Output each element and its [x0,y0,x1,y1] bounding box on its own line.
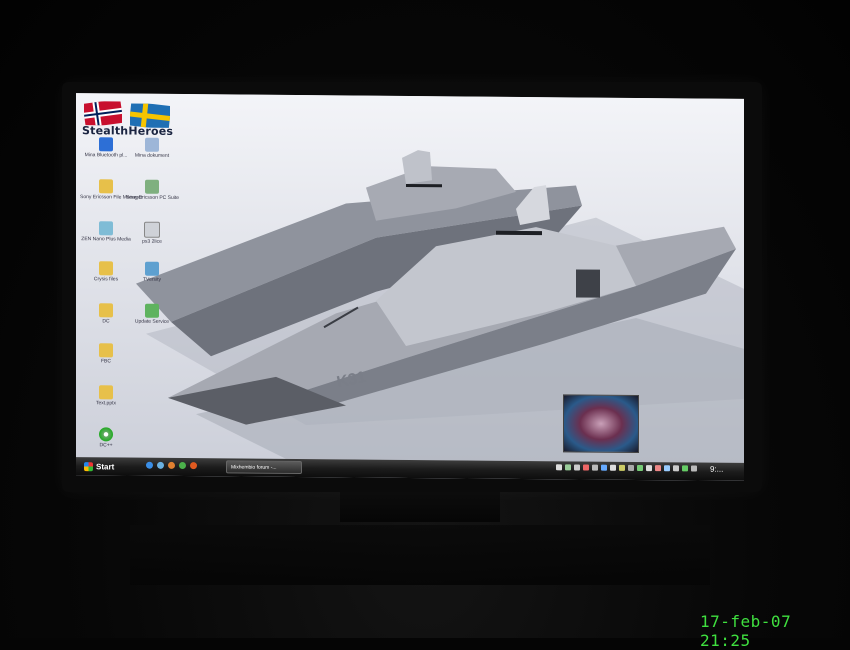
desktop-icon[interactable]: Update Service [126,303,178,325]
folder-icon [99,179,113,194]
desktop-icon-label: Mina dokument [134,152,170,159]
tray-icon[interactable] [646,465,652,472]
update-icon [145,303,159,318]
tray-icon[interactable] [673,465,679,472]
tray-icon[interactable] [619,464,625,471]
program-icon [144,221,160,238]
start-button[interactable]: Start [84,459,114,473]
tray-icon[interactable] [637,464,643,472]
desktop-icon-label: Sony Ericsson File Manager [80,194,143,201]
desktop-icon[interactable]: Mina Bluetooth pl... [80,137,132,159]
desktop-icon[interactable]: Crysis files [80,261,132,282]
tray-icon[interactable] [691,465,697,472]
ie-icon[interactable] [146,461,153,469]
desktop-icon[interactable]: Sony Ericsson PC Suite [126,179,180,201]
media-player-icon[interactable] [168,461,175,469]
back-bridge-windows [406,183,442,188]
disc-icon [99,427,113,442]
bluetooth-icon [99,137,113,152]
folder-icon-4 [99,343,113,358]
tray-icon[interactable] [682,465,688,472]
monitor-stand [340,492,500,522]
desktop-show-icon[interactable] [157,461,164,469]
desktop-icon[interactable]: TVersity [126,261,178,283]
folder-icon-2 [99,261,113,276]
desktop-icon[interactable]: DC [80,303,132,324]
desktop-icon-label: DC [102,318,110,325]
desktop-icon[interactable]: DC++ [80,427,132,448]
desktop-icons: Mina Bluetooth pl... Mina dokument Sony … [80,95,190,456]
desktop-icon[interactable]: ZEN Nano Plus Media [80,221,132,243]
messenger-icon[interactable] [179,461,186,470]
folder-icon-5 [99,385,113,400]
tray-icon[interactable] [610,464,616,471]
tray-icon[interactable] [556,464,562,471]
phone-icon [145,179,159,194]
tray-icon[interactable] [583,464,589,471]
desktop-icon-label: ps3 2lice [142,238,162,245]
desk-surface [130,525,710,585]
desktop-icon-label: Update Service [134,318,170,325]
firefox-icon[interactable] [190,462,197,470]
tray-icon[interactable] [592,464,598,471]
desktop-icon-label: Mina Bluetooth pl... [84,152,128,159]
desktop-icon-label: DC++ [99,442,113,449]
tray-icon[interactable] [655,465,661,472]
desktop-icon-label: Text.pptx [95,400,116,407]
desktop-icon-label: Sony Ericsson PC Suite [126,194,180,201]
taskbar-clock[interactable]: 9:... [710,465,723,474]
tray-icon[interactable] [664,465,670,472]
taskbar-button[interactable]: Mixhembio forum -... [226,460,302,475]
desktop-icon-label: Crysis files [93,276,119,283]
computer-icon [145,137,159,152]
quick-launch [146,461,197,470]
desktop-icon[interactable]: Sony Ericsson File Manager [80,179,143,201]
folder-icon-3 [99,303,113,318]
front-bridge-windows [496,230,542,236]
monitor-screen: K31 StealthHeroes Mina Bluetooth pl... M… [76,93,744,481]
windows-logo-icon [84,461,93,471]
tray-icon[interactable] [565,464,571,471]
media-icon [99,221,113,236]
desktop-icon-label: ZEN Nano Plus Media [81,236,131,243]
desktop-icon-label: TVersity [142,276,162,283]
system-tray [556,464,697,472]
desktop-icon[interactable]: Text.pptx [80,385,132,406]
desktop-icon[interactable]: FBC [80,343,132,364]
start-label: Start [96,461,115,471]
desktop-icon[interactable]: ps3 2lice [126,221,178,245]
tray-icon[interactable] [601,464,607,471]
gadget-thumbnail[interactable] [563,394,639,453]
desktop-icon[interactable]: Mina dokument [126,137,178,159]
tray-icon[interactable] [628,464,634,471]
tray-icon[interactable] [574,464,580,471]
tv-icon [145,261,159,276]
desktop-icon-label: FBC [101,358,111,365]
camera-timestamp: 17-feb-07 21:25 [700,612,792,650]
front-hangar-door [576,269,600,298]
